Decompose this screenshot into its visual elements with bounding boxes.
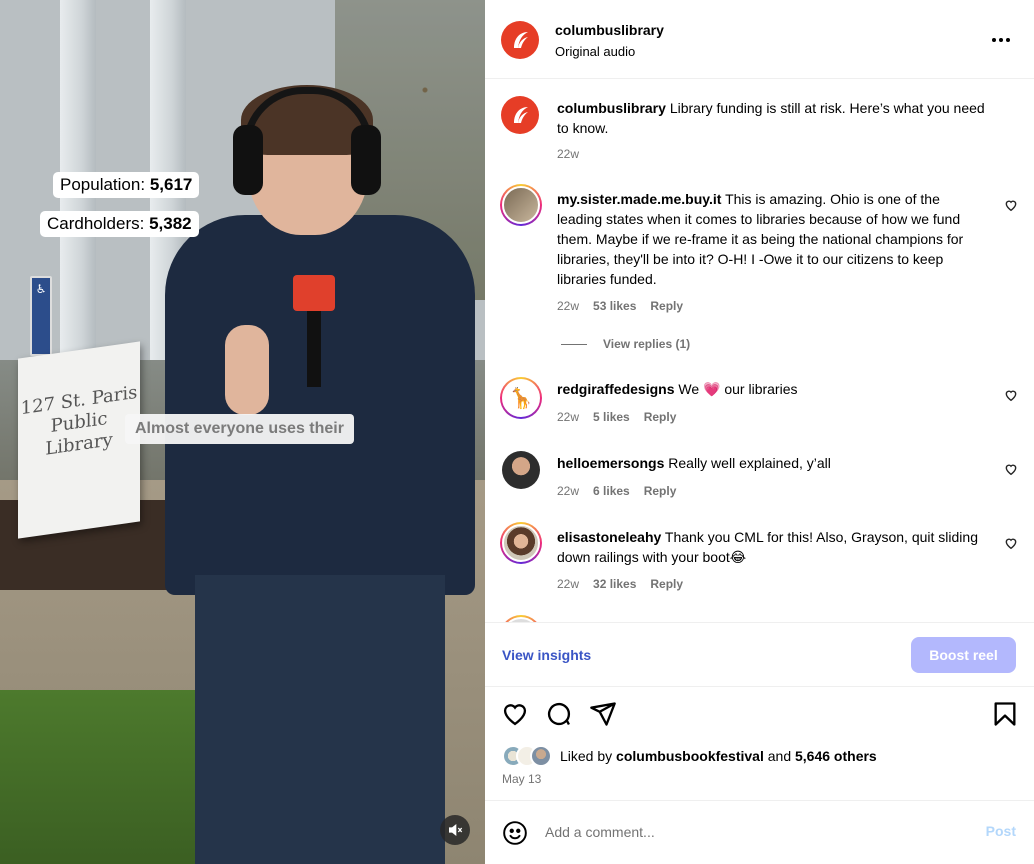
header-username[interactable]: columbuslibrary	[555, 22, 664, 38]
comment-body-end: our libraries	[724, 381, 798, 397]
comment-time[interactable]: 22w	[557, 299, 579, 313]
comments-list[interactable]: columbuslibrary Library funding is still…	[485, 80, 1034, 622]
comment-time[interactable]: 22w	[557, 484, 579, 498]
caption-time[interactable]: 22w	[557, 147, 579, 161]
comment-time[interactable]: 22w	[557, 410, 579, 424]
owner-actions-bar: View insights Boost reel	[485, 622, 1034, 687]
more-icon-dot	[999, 38, 1003, 42]
liker-avatar[interactable]	[530, 745, 552, 767]
headphone-right	[351, 125, 381, 195]
more-icon-dot	[1006, 38, 1010, 42]
muted-speaker-icon	[449, 823, 463, 837]
comment-likes[interactable]: 32 likes	[593, 577, 636, 591]
accessible-parking-sign: ♿	[30, 276, 52, 356]
comment-likes[interactable]: 53 likes	[593, 299, 636, 313]
liked-by-username[interactable]: columbusbookfestival	[616, 748, 764, 764]
cardholders-overlay: Cardholders: 5,382	[40, 211, 199, 237]
library-sign: 127 St. Paris Public Library	[18, 341, 140, 539]
population-overlay: Population: 5,617	[53, 172, 200, 198]
emoji-icon[interactable]	[502, 820, 528, 846]
post-action-icons	[485, 700, 1034, 730]
reply-button[interactable]: Reply	[650, 299, 683, 313]
reply-button[interactable]: Reply	[644, 484, 677, 498]
reply-button[interactable]: Reply	[644, 410, 677, 424]
presenter	[165, 85, 485, 864]
library-logo-icon	[514, 107, 528, 123]
comment-meta: 22w 32 likes Reply	[557, 577, 683, 591]
liked-by-label: Liked by	[560, 748, 613, 764]
caption-avatar[interactable]	[501, 96, 539, 134]
comment-meta: 22w 53 likes Reply	[557, 299, 683, 313]
population-value: 5,617	[149, 175, 193, 194]
comment-likes[interactable]: 6 likes	[593, 484, 630, 498]
reel-video[interactable]: ♿ 127 St. Paris Public Library Populatio…	[0, 0, 485, 864]
liked-by-and: and	[767, 748, 792, 764]
comment-meta: 22w 5 likes Reply	[557, 410, 676, 424]
caption-meta: 22w	[557, 147, 579, 161]
like-comment-heart-icon[interactable]	[1004, 198, 1018, 212]
post-panel: columbuslibrary Original audio columbusl…	[485, 0, 1034, 864]
more-icon	[992, 38, 996, 42]
avatar-image	[502, 524, 540, 562]
like-comment-heart-icon[interactable]	[1004, 388, 1018, 402]
add-comment-bar: Post	[485, 800, 1034, 864]
presenter-shirt	[165, 215, 475, 595]
video-caption: Almost everyone uses their	[125, 414, 354, 444]
cardholders-value: 5,382	[149, 214, 192, 233]
comment-text: my.sister.made.me.buy.it This is amazing…	[557, 189, 987, 289]
comment-avatar[interactable]	[500, 522, 542, 564]
giraffe-avatar-icon: 🦒	[502, 379, 540, 417]
like-comment-heart-icon[interactable]	[1004, 536, 1018, 550]
view-replies-button[interactable]: View replies (1)	[561, 337, 690, 351]
cardholders-label: Cardholders:	[47, 214, 145, 233]
population-label: Population:	[60, 175, 146, 194]
caption-text: columbuslibrary Library funding is still…	[557, 98, 997, 138]
comment-icon[interactable]	[545, 700, 573, 728]
comment-username[interactable]: redgiraffedesigns	[557, 381, 674, 397]
caption-username[interactable]: columbuslibrary	[557, 100, 666, 116]
boost-reel-button[interactable]: Boost reel	[911, 637, 1016, 673]
view-replies-line	[561, 343, 587, 345]
comment-username[interactable]: helloemersongs	[557, 455, 664, 471]
more-options-button[interactable]	[986, 26, 1016, 54]
comment-likes[interactable]: 5 likes	[593, 410, 630, 424]
comment-meta: 22w 6 likes Reply	[557, 484, 676, 498]
library-logo-icon	[514, 32, 528, 48]
post-header: columbuslibrary Original audio	[485, 0, 1034, 79]
raised-finger-hand	[225, 325, 269, 415]
comment-text: elisastoneleahy Thank you CML for this! …	[557, 527, 987, 567]
heart-icon[interactable]	[501, 700, 529, 728]
view-insights-link[interactable]: View insights	[502, 647, 591, 663]
liked-by-others[interactable]: 5,646 others	[795, 748, 877, 764]
comment-text: redgiraffedesigns We 💗 our libraries	[557, 379, 987, 399]
headphone-left	[233, 125, 263, 195]
comment-body: Really well explained, y’all	[668, 455, 831, 471]
post-comment-button[interactable]: Post	[986, 823, 1016, 839]
comment-body: We	[678, 381, 700, 397]
post-date[interactable]: May 13	[502, 772, 541, 786]
comment-avatar-partial[interactable]	[500, 615, 542, 622]
comment-text: helloemersongs Really well explained, y’…	[557, 453, 987, 473]
pink-heart-emoji: 💗	[703, 381, 721, 397]
comment-avatar[interactable]	[502, 451, 540, 489]
comment-avatar[interactable]: 🦒	[500, 377, 542, 419]
likes-summary: Liked by columbusbookfestival and 5,646 …	[502, 745, 1022, 767]
add-comment-input[interactable]	[545, 819, 925, 845]
like-comment-heart-icon[interactable]	[1004, 462, 1018, 476]
mute-toggle-button[interactable]	[440, 815, 470, 845]
view-replies-label: View replies (1)	[603, 337, 691, 351]
share-icon[interactable]	[589, 700, 617, 728]
comment-username[interactable]: elisastoneleahy	[557, 529, 661, 545]
presenter-pants	[195, 575, 445, 864]
profile-avatar[interactable]	[501, 21, 539, 59]
microphone-handle	[307, 307, 321, 387]
comment-time[interactable]: 22w	[557, 577, 579, 591]
avatar-image	[502, 186, 540, 224]
microphone-flag	[293, 275, 335, 311]
comment-avatar[interactable]	[500, 184, 542, 226]
bookmark-icon[interactable]	[991, 700, 1019, 728]
reply-button[interactable]: Reply	[650, 577, 683, 591]
audio-label[interactable]: Original audio	[555, 44, 635, 59]
comment-username[interactable]: my.sister.made.me.buy.it	[557, 191, 721, 207]
